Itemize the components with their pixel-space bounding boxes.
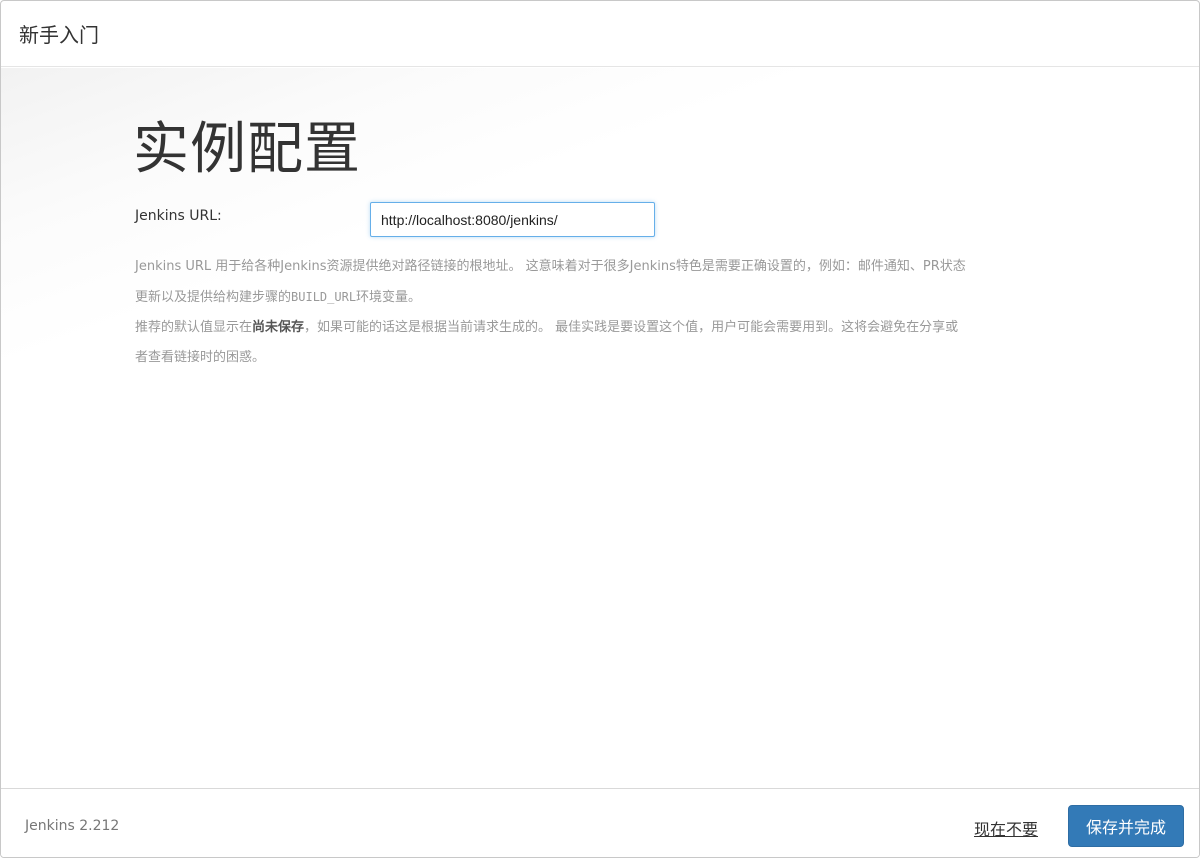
dialog-body: 实例配置 Jenkins URL: Jenkins URL 用于给各种Jenki… [1, 68, 1199, 788]
setup-wizard-dialog: 新手入门 实例配置 Jenkins URL: Jenkins URL 用于给各种… [0, 0, 1200, 858]
help-line-1: Jenkins URL 用于给各种Jenkins资源提供绝对路径链接的根地址。 … [135, 259, 966, 274]
save-and-finish-button[interactable]: 保存并完成 [1068, 805, 1184, 847]
help-line-2-post: 环境变量。 [356, 290, 422, 305]
jenkins-url-help: Jenkins URL 用于给各种Jenkins资源提供绝对路径链接的根地址。 … [135, 252, 1065, 373]
dialog-header: 新手入门 [1, 1, 1199, 67]
jenkins-url-input[interactable] [370, 202, 655, 237]
skip-link[interactable]: 现在不要 [974, 816, 1038, 840]
help-line-4: 者查看链接时的困惑。 [135, 350, 266, 365]
help-line-3: 推荐的默认值显示在尚未保存，如果可能的话这是根据当前请求生成的。 最佳实践是要设… [135, 313, 1065, 343]
jenkins-version: Jenkins 2.212 [25, 818, 120, 834]
dialog-footer: Jenkins 2.212 现在不要 保存并完成 [1, 788, 1199, 857]
jenkins-url-row: Jenkins URL: [133, 202, 1063, 238]
dialog-title: 新手入门 [19, 23, 99, 47]
help-line-3-post: ，如果可能的话这是根据当前请求生成的。 最佳实践是要设置这个值，用户可能会需要用… [304, 320, 959, 335]
help-line-2: 更新以及提供给构建步骤的BUILD_URL环境变量。 [135, 282, 1065, 313]
help-line-3-pre: 推荐的默认值显示在 [135, 320, 253, 335]
build-url-code: BUILD_URL [291, 290, 357, 304]
jenkins-url-label: Jenkins URL: [135, 208, 222, 224]
not-saved-emphasis: 尚未保存 [252, 320, 305, 335]
page-title: 实例配置 [133, 117, 361, 182]
help-line-2-pre: 更新以及提供给构建步骤的 [135, 290, 292, 305]
